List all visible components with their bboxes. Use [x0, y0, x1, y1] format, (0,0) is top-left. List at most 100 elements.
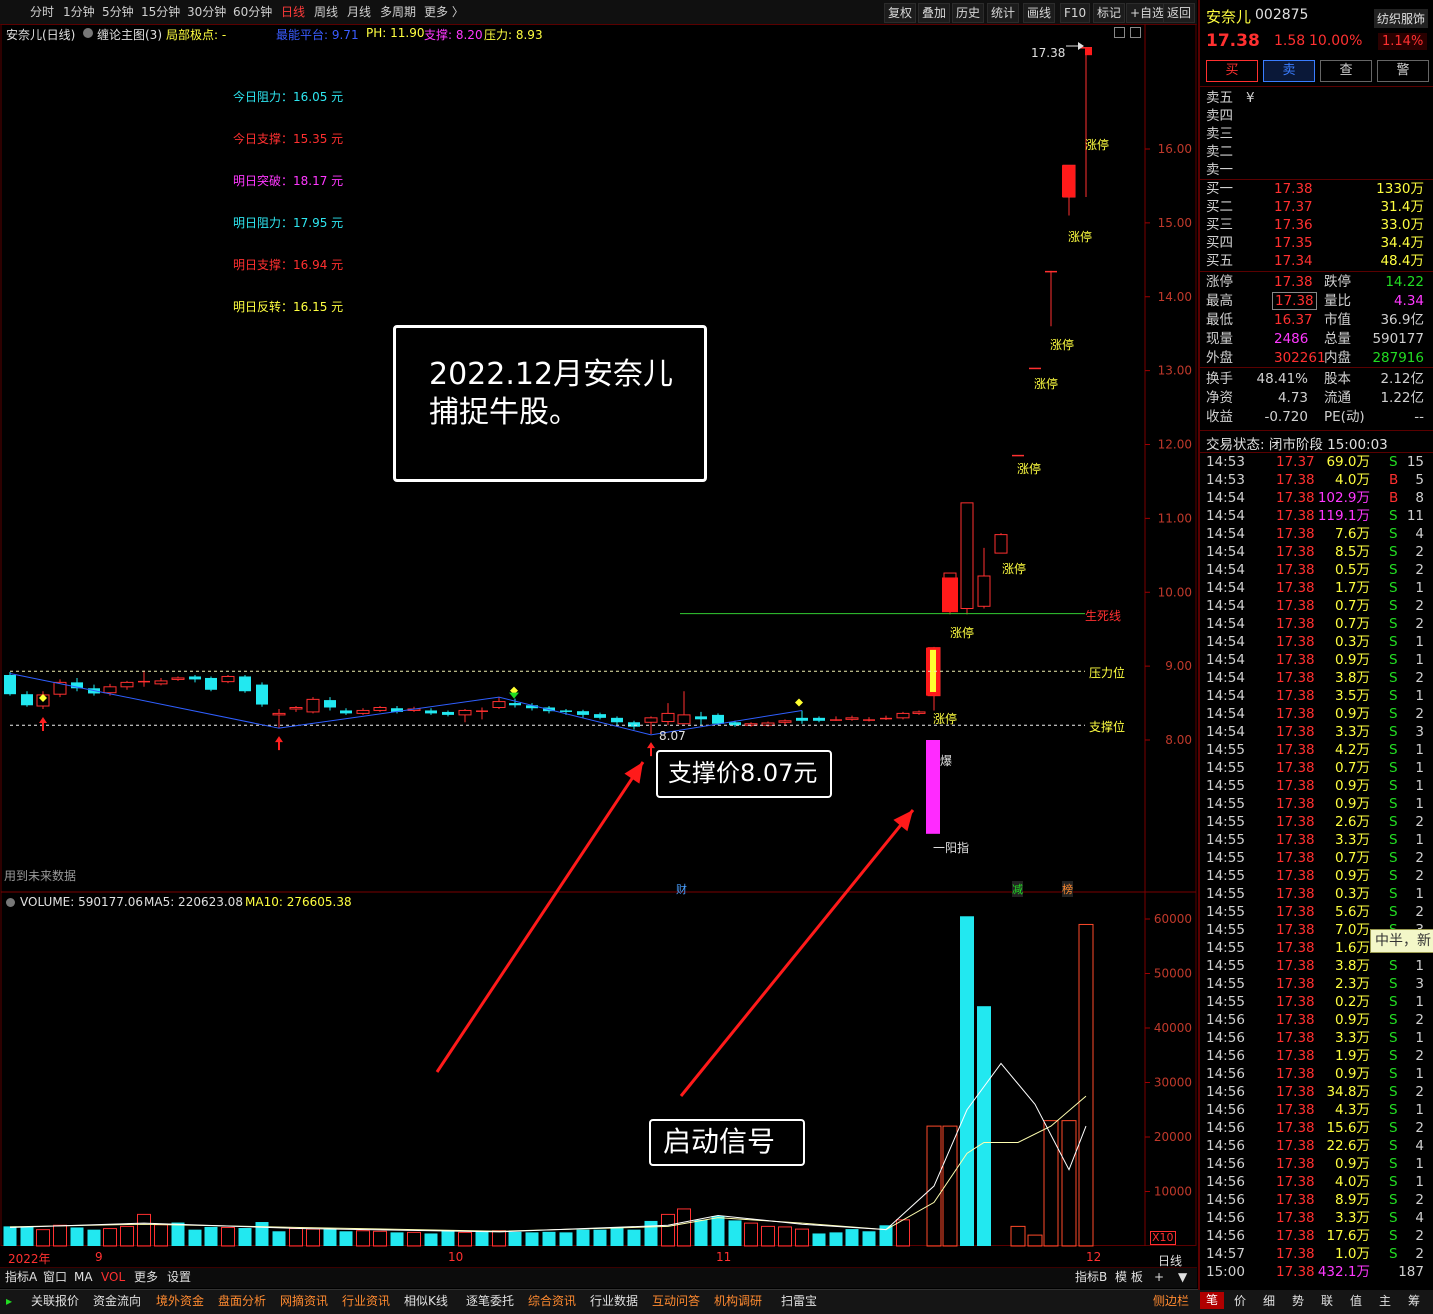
tick-row[interactable]: 14:56 17.38 15.6万 S 2: [1206, 1119, 1428, 1137]
history-button[interactable]: 历史: [952, 3, 985, 23]
overlay-button[interactable]: 叠加: [918, 3, 951, 23]
tab-trend[interactable]: 势: [1292, 1293, 1304, 1310]
tick-row[interactable]: 14:55 17.38 0.2万 S 1: [1206, 993, 1428, 1011]
bottom-related-quote[interactable]: 关联报价: [31, 1293, 79, 1310]
tick-row[interactable]: 14:56 17.38 17.6万 S 2: [1206, 1227, 1428, 1245]
tick-row[interactable]: 14:55 17.38 3.3万 S 1: [1206, 831, 1428, 849]
tick-row[interactable]: 14:56 17.38 4.3万 S 1: [1206, 1101, 1428, 1119]
bottom-tick-orders[interactable]: 逐笔委托: [466, 1293, 514, 1310]
kline-chart-area[interactable]: 16.00 15.00 14.00 13.00 12.00 11.00 10.00 9.00 8…: [0, 24, 1197, 1268]
tick-row[interactable]: 14:55 17.38 5.6万 S 2: [1206, 903, 1428, 921]
tick-row[interactable]: 14:54 17.38 3.8万 S 2: [1206, 669, 1428, 687]
tick-row[interactable]: 14:54 17.38 7.6万 S 4: [1206, 525, 1428, 543]
tick-row[interactable]: 14:55 17.38 0.9万 S 2: [1206, 867, 1428, 885]
pin-icon[interactable]: ▸: [6, 1293, 12, 1310]
tick-row[interactable]: 14:56 17.38 1.9万 S 2: [1206, 1047, 1428, 1065]
tick-row[interactable]: 14:54 17.38 1.7万 S 1: [1206, 579, 1428, 597]
period-30min[interactable]: 30分钟: [187, 4, 226, 20]
sector-name[interactable]: 纺织服饰: [1374, 9, 1429, 28]
tab-detail[interactable]: 细: [1263, 1293, 1275, 1310]
tick-row[interactable]: 14:54 17.38 0.3万 S 1: [1206, 633, 1428, 651]
tab-more[interactable]: 更多: [134, 1269, 158, 1286]
mark-button[interactable]: 标记: [1093, 3, 1126, 23]
tick-row[interactable]: 14:56 17.38 0.9万 S 1: [1206, 1155, 1428, 1173]
bottom-capital-flow[interactable]: 资金流向: [93, 1293, 141, 1310]
tick-row[interactable]: 14:54 17.38 0.7万 S 2: [1206, 615, 1428, 633]
tab-value[interactable]: 值: [1350, 1293, 1362, 1310]
bottom-industry-news[interactable]: 行业资讯: [342, 1293, 390, 1310]
tab-window[interactable]: 窗口: [43, 1269, 67, 1286]
tick-row[interactable]: 14:54 17.38 3.5万 S 1: [1206, 687, 1428, 705]
main-indicator-label[interactable]: 缠论主图(3): [97, 26, 162, 43]
bottom-market-analysis[interactable]: 盘面分析: [218, 1293, 266, 1310]
tick-row[interactable]: 14:54 17.38 0.7万 S 2: [1206, 597, 1428, 615]
maximize-icon[interactable]: [1130, 27, 1141, 38]
tick-row[interactable]: 14:53 17.38 4.0万 B 5: [1206, 471, 1428, 489]
tick-row[interactable]: 14:56 17.38 3.3万 S 4: [1206, 1209, 1428, 1227]
tab-main[interactable]: 主: [1379, 1293, 1391, 1310]
tick-row[interactable]: 14:54 17.38 119.1万 S 11: [1206, 507, 1428, 525]
tab-add[interactable]: +: [1154, 1269, 1164, 1286]
alert-button[interactable]: 警: [1377, 60, 1429, 82]
sidebar-toggle[interactable]: 侧边栏: [1153, 1293, 1189, 1310]
back-button[interactable]: 返回: [1163, 3, 1196, 23]
period-1min[interactable]: 1分钟: [63, 4, 95, 20]
adjust-button[interactable]: 复权: [884, 3, 917, 23]
period-more[interactable]: 更多 〉: [424, 4, 464, 20]
tick-row[interactable]: 15:00 17.38 432.1万 187: [1206, 1263, 1428, 1281]
tab-ma[interactable]: MA: [74, 1269, 93, 1286]
tick-row[interactable]: 14:55 17.38 4.2万 S 1: [1206, 741, 1428, 759]
query-button[interactable]: 查: [1320, 60, 1372, 82]
tab-template[interactable]: 模 板: [1115, 1269, 1143, 1286]
tick-row[interactable]: 14:55 17.38 0.7万 S 2: [1206, 849, 1428, 867]
tick-row[interactable]: 14:55 17.38 0.9万 S 1: [1206, 795, 1428, 813]
tab-ticks[interactable]: 笔: [1200, 1292, 1225, 1309]
tab-link[interactable]: 联: [1321, 1293, 1333, 1310]
period-60min[interactable]: 60分钟: [233, 4, 272, 20]
tab-indicator-b[interactable]: 指标B: [1075, 1269, 1107, 1286]
grab-event-mark[interactable]: 榜: [1062, 881, 1073, 897]
tab-chips[interactable]: 筹: [1408, 1293, 1420, 1310]
tick-row[interactable]: 14:56 17.38 22.6万 S 4: [1206, 1137, 1428, 1155]
indicator-toggle-icon[interactable]: [83, 28, 93, 38]
tick-row[interactable]: 14:56 17.38 3.3万 S 1: [1206, 1029, 1428, 1047]
f10-button[interactable]: F10: [1060, 3, 1091, 23]
x10-badge[interactable]: X10: [1150, 1231, 1176, 1245]
bottom-foreign-capital[interactable]: 境外资金: [156, 1293, 204, 1310]
tick-row[interactable]: 14:56 17.38 4.0万 S 1: [1206, 1173, 1428, 1191]
tick-row[interactable]: 14:54 17.38 3.3万 S 3: [1206, 723, 1428, 741]
bottom-industry-data[interactable]: 行业数据: [590, 1293, 638, 1310]
buy-button[interactable]: 买: [1206, 60, 1258, 82]
period-5min[interactable]: 5分钟: [102, 4, 134, 20]
tick-row[interactable]: 14:55 17.38 3.8万 S 1: [1206, 957, 1428, 975]
volume-toggle-icon[interactable]: [6, 898, 15, 907]
period-daily[interactable]: 日线: [281, 4, 305, 20]
bottom-institution-research[interactable]: 机构调研: [714, 1293, 762, 1310]
tick-row[interactable]: 14:54 17.38 0.9万 S 1: [1206, 651, 1428, 669]
tab-indicator-a[interactable]: 指标A: [5, 1269, 37, 1286]
tick-row[interactable]: 14:55 17.38 0.3万 S 1: [1206, 885, 1428, 903]
sell-button[interactable]: 卖: [1263, 60, 1315, 82]
bottom-similar-kline[interactable]: 相似K线: [404, 1293, 448, 1310]
tab-settings[interactable]: 设置: [167, 1269, 191, 1286]
reduce-event-mark[interactable]: 减: [1012, 881, 1023, 897]
tick-row[interactable]: 14:54 17.38 0.9万 S 2: [1206, 705, 1428, 723]
period-weekly[interactable]: 周线: [314, 4, 338, 20]
bottom-qa[interactable]: 互动问答: [652, 1293, 700, 1310]
tick-row[interactable]: 14:55 17.38 0.9万 S 1: [1206, 777, 1428, 795]
draw-button[interactable]: 画线: [1023, 3, 1056, 23]
tick-row[interactable]: 14:53 17.37 69.0万 S 15: [1206, 453, 1428, 471]
tick-row[interactable]: 14:55 17.38 2.6万 S 2: [1206, 813, 1428, 831]
tick-row[interactable]: 14:54 17.38 0.5万 S 2: [1206, 561, 1428, 579]
period-intraday[interactable]: 分时: [30, 4, 54, 20]
tick-row[interactable]: 14:56 17.38 0.9万 S 2: [1206, 1011, 1428, 1029]
tick-row[interactable]: 14:57 17.38 1.0万 S 2: [1206, 1245, 1428, 1263]
tick-row[interactable]: 14:54 17.38 8.5万 S 2: [1206, 543, 1428, 561]
tab-vol[interactable]: VOL: [101, 1269, 125, 1286]
tab-dropdown[interactable]: ▼: [1178, 1269, 1187, 1286]
finance-event-mark[interactable]: 财: [676, 881, 687, 897]
tick-row[interactable]: 14:56 17.38 34.8万 S 2: [1206, 1083, 1428, 1101]
tick-row[interactable]: 14:56 17.38 8.9万 S 2: [1206, 1191, 1428, 1209]
period-15min[interactable]: 15分钟: [141, 4, 180, 20]
bottom-web-news[interactable]: 网摘资讯: [280, 1293, 328, 1310]
